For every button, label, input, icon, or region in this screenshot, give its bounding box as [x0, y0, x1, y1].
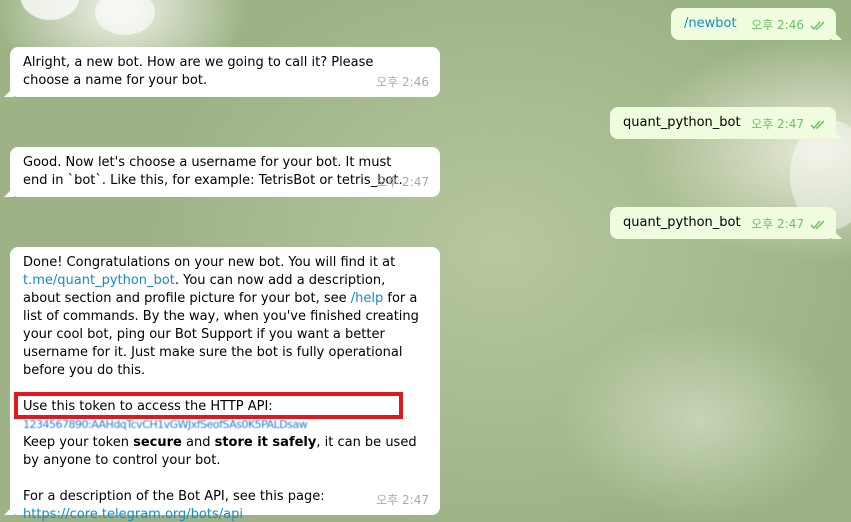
message-paragraph: Done! Congratulations on your new bot. Y… [23, 254, 423, 380]
message-text: For a description of the Bot API, see th… [23, 489, 325, 504]
incoming-message[interactable]: Alright, a new bot. How are we going to … [4, 47, 440, 97]
help-command-link[interactable]: /help [351, 291, 383, 306]
outgoing-message[interactable]: /newbot 오후 2:46 [671, 8, 842, 40]
chat-message-list[interactable]: /newbot 오후 2:46 Alright, a new bot. How … [0, 0, 851, 522]
message-paragraph: Keep your token secure and store it safe… [23, 434, 418, 470]
message-text: Keep your token [23, 435, 134, 450]
incoming-message[interactable]: Good. Now let's choose a username for yo… [4, 147, 440, 197]
token-highlight-box [14, 392, 403, 419]
message-time: 오후 2:47 [376, 493, 429, 507]
bot-api-link[interactable]: https://core.telegram.org/bots/api [23, 506, 427, 522]
message-text: Done! Congratulations on your new bot. Y… [23, 255, 396, 270]
bold-text: secure [133, 435, 182, 450]
double-check-icon [810, 21, 825, 31]
message-time: 오후 2:46 [376, 75, 429, 89]
message-text[interactable]: /newbot [684, 16, 737, 31]
bold-text: store it safely [214, 435, 317, 450]
message-time: 오후 2:46 [751, 16, 826, 34]
double-check-icon [810, 220, 825, 230]
message-text: quant_python_bot [623, 115, 741, 130]
message-text: quant_python_bot [623, 215, 741, 230]
outgoing-message[interactable]: quant_python_bot 오후 2:47 [610, 107, 842, 139]
message-time: 오후 2:47 [751, 115, 826, 133]
message-text: Good. Now let's choose a username for yo… [23, 155, 403, 188]
message-text: Alright, a new bot. How are we going to … [23, 55, 374, 88]
outgoing-message[interactable]: quant_python_bot 오후 2:47 [610, 207, 842, 239]
message-time: 오후 2:47 [751, 215, 826, 233]
double-check-icon [810, 120, 825, 130]
message-time: 오후 2:47 [376, 175, 429, 189]
message-text: and [181, 435, 215, 450]
incoming-message[interactable]: Done! Congratulations on your new bot. Y… [4, 247, 440, 522]
bot-link[interactable]: t.me/quant_python_bot [23, 273, 175, 288]
